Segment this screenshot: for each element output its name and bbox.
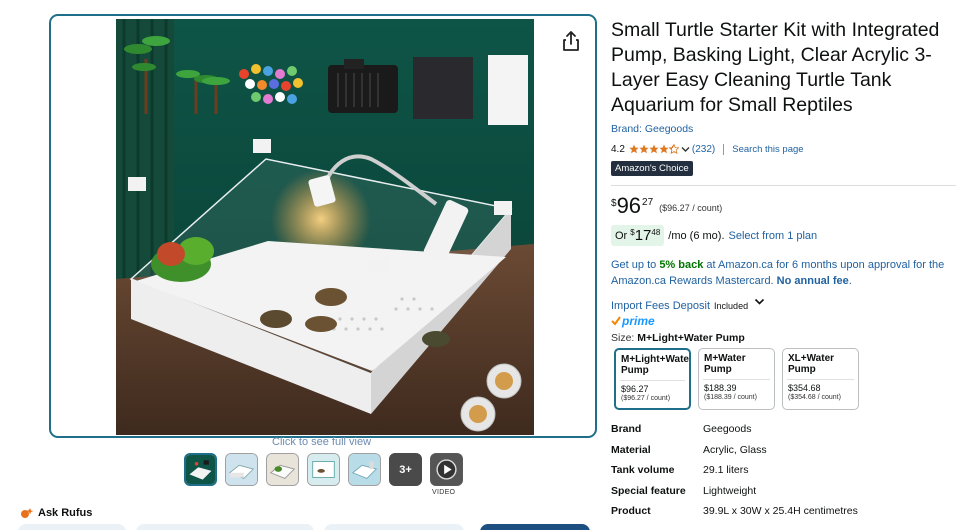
rufus-suggestion-strip: [18, 524, 598, 530]
variant-price: $354.68: [788, 383, 821, 393]
star-partial-icon: [668, 144, 679, 154]
main-image-frame[interactable]: [49, 14, 597, 438]
variant-unit-price: ($188.39 / count): [704, 394, 757, 401]
spec-key: Brand: [611, 423, 642, 435]
size-selector-label: Size: M+Light+Water Pump: [611, 332, 956, 344]
variant-option-m-water-pump[interactable]: M+Water Pump $188.39 ($188.39 / count): [698, 348, 775, 410]
spec-row: Tank volume 29.1 liters: [611, 464, 956, 485]
rewards-no-annual-fee: No annual fee: [776, 274, 849, 287]
select-plan-link[interactable]: Select from 1 plan: [729, 230, 818, 242]
thumbnail-1[interactable]: [184, 453, 217, 486]
chevron-down-icon[interactable]: [754, 298, 765, 306]
spec-row: Brand Geegoods: [611, 423, 956, 444]
divider: [723, 143, 725, 155]
brand-link[interactable]: Brand: Geegoods: [611, 123, 693, 135]
divider: [611, 185, 956, 186]
variant-price: $188.39: [704, 383, 737, 393]
spec-key: Special feature: [611, 484, 686, 497]
rewards-highlight: 5% back: [659, 259, 704, 271]
star-full-icon: [629, 144, 639, 154]
monthly-term: /mo (6 mo).: [668, 229, 725, 242]
variant-name: M+Water Pump: [704, 353, 746, 375]
import-fees-link[interactable]: Import Fees Deposit: [611, 300, 710, 312]
spec-key: Material: [611, 443, 651, 456]
review-count-link[interactable]: (232): [692, 144, 715, 155]
price-whole: 96: [616, 193, 642, 218]
spec-value: Acrylic, Glass: [703, 443, 767, 456]
prime-check-icon: [611, 316, 621, 326]
video-label: VIDEO: [432, 489, 456, 496]
monthly-whole: 17: [634, 227, 652, 244]
import-fees-included: Included: [714, 301, 749, 311]
price-fraction: 27: [642, 197, 654, 208]
spec-row: Special feature Lightweight: [611, 485, 956, 506]
thumbnail-more-button[interactable]: 3+: [389, 453, 422, 486]
star-full-icon: [639, 144, 649, 154]
rewards-suffix: .: [848, 274, 852, 287]
spec-key: Product: [611, 505, 651, 517]
share-icon[interactable]: [561, 30, 581, 52]
price-block: $ 96 27 ($96.27 / count): [611, 195, 956, 217]
star-full-icon: [649, 144, 659, 154]
video-thumbnail[interactable]: [430, 453, 463, 486]
prime-badge: prime: [611, 314, 956, 328]
thumbnail-2[interactable]: [225, 453, 258, 486]
click-full-view-hint: Click to see full view: [272, 436, 372, 448]
spec-value: Geegoods: [703, 423, 752, 435]
water-pump-icon: [328, 59, 398, 113]
spec-value: 39.9L x 30W x 25.4H centimetres: [703, 505, 858, 517]
variant-name: XL+Water Pump: [788, 353, 835, 375]
spec-key: Tank volume: [611, 464, 675, 476]
rufus-suggestion-pill[interactable]: [480, 524, 590, 530]
rufus-sparkle-icon: [21, 508, 34, 518]
monthly-fraction: 48: [651, 228, 661, 237]
rating-row: 4.2 (232) Search this page: [611, 143, 956, 155]
spec-row: Product 39.9L x 30W x 25.4H centimetres: [611, 505, 956, 526]
star-full-icon: [659, 144, 669, 154]
variant-option-m-light-water-pump[interactable]: M+Light+Water Pump $96.27 ($96.27 / coun…: [614, 348, 691, 410]
size-variants: M+Light+Water Pump $96.27 ($96.27 / coun…: [611, 348, 956, 412]
spec-value: Lightweight: [703, 484, 757, 497]
variant-name: M+Light+Water Pump: [621, 354, 691, 376]
filter-sponge-white-icon: [488, 55, 528, 125]
thumbnail-5[interactable]: [348, 453, 381, 486]
star-rating[interactable]: [629, 144, 679, 154]
thumbnail-4[interactable]: [307, 453, 340, 486]
spec-row: Material Acrylic, Glass: [611, 444, 956, 465]
product-specs-table: Brand Geegoods Material Acrylic, Glass T…: [611, 423, 956, 526]
rufus-suggestion-pill[interactable]: [18, 524, 126, 530]
monthly-payment-row: Or $ 17 48 /mo (6 mo). Select from 1 pla…: [611, 225, 956, 246]
chevron-down-icon[interactable]: [681, 146, 690, 153]
variant-option-xl-water-pump[interactable]: XL+Water Pump $354.68 ($354.68 / count): [782, 348, 859, 410]
prime-label: prime: [622, 314, 655, 328]
size-selected: M+Light+Water Pump: [637, 332, 745, 344]
rufus-suggestion-pill[interactable]: [136, 524, 314, 530]
filter-sponge-black-icon: [413, 57, 473, 119]
thumbnail-3[interactable]: [266, 453, 299, 486]
monthly-or: Or: [615, 230, 628, 242]
product-details-column: Small Turtle Starter Kit with Integrated…: [611, 18, 956, 526]
rewards-prefix: Get up to: [611, 259, 660, 271]
variant-price: $96.27: [621, 384, 649, 394]
rufus-suggestion-pill[interactable]: [324, 524, 464, 530]
spec-value: 29.1 liters: [703, 464, 749, 476]
search-this-page-link[interactable]: Search this page: [732, 144, 803, 155]
size-label: Size:: [611, 332, 635, 344]
monthly-price-pill: Or $ 17 48: [611, 225, 665, 246]
ask-rufus-button[interactable]: Ask Rufus: [20, 507, 92, 519]
amazons-choice-badge: Amazon's Choice: [611, 161, 693, 176]
product-title: Small Turtle Starter Kit with Integrated…: [611, 19, 940, 116]
ask-rufus-label: Ask Rufus: [38, 507, 93, 519]
variant-unit-price: ($96.27 / count): [621, 395, 671, 402]
variant-unit-price: ($354.68 / count): [788, 394, 841, 401]
price-per-unit: ($96.27 / count): [659, 203, 723, 213]
product-photo[interactable]: [116, 19, 534, 435]
rating-value: 4.2: [611, 143, 625, 155]
import-fees-row: Import Fees Deposit Included: [611, 298, 956, 313]
rewards-offer-link[interactable]: Get up to 5% back at Amazon.ca for 6 mon…: [611, 258, 956, 289]
